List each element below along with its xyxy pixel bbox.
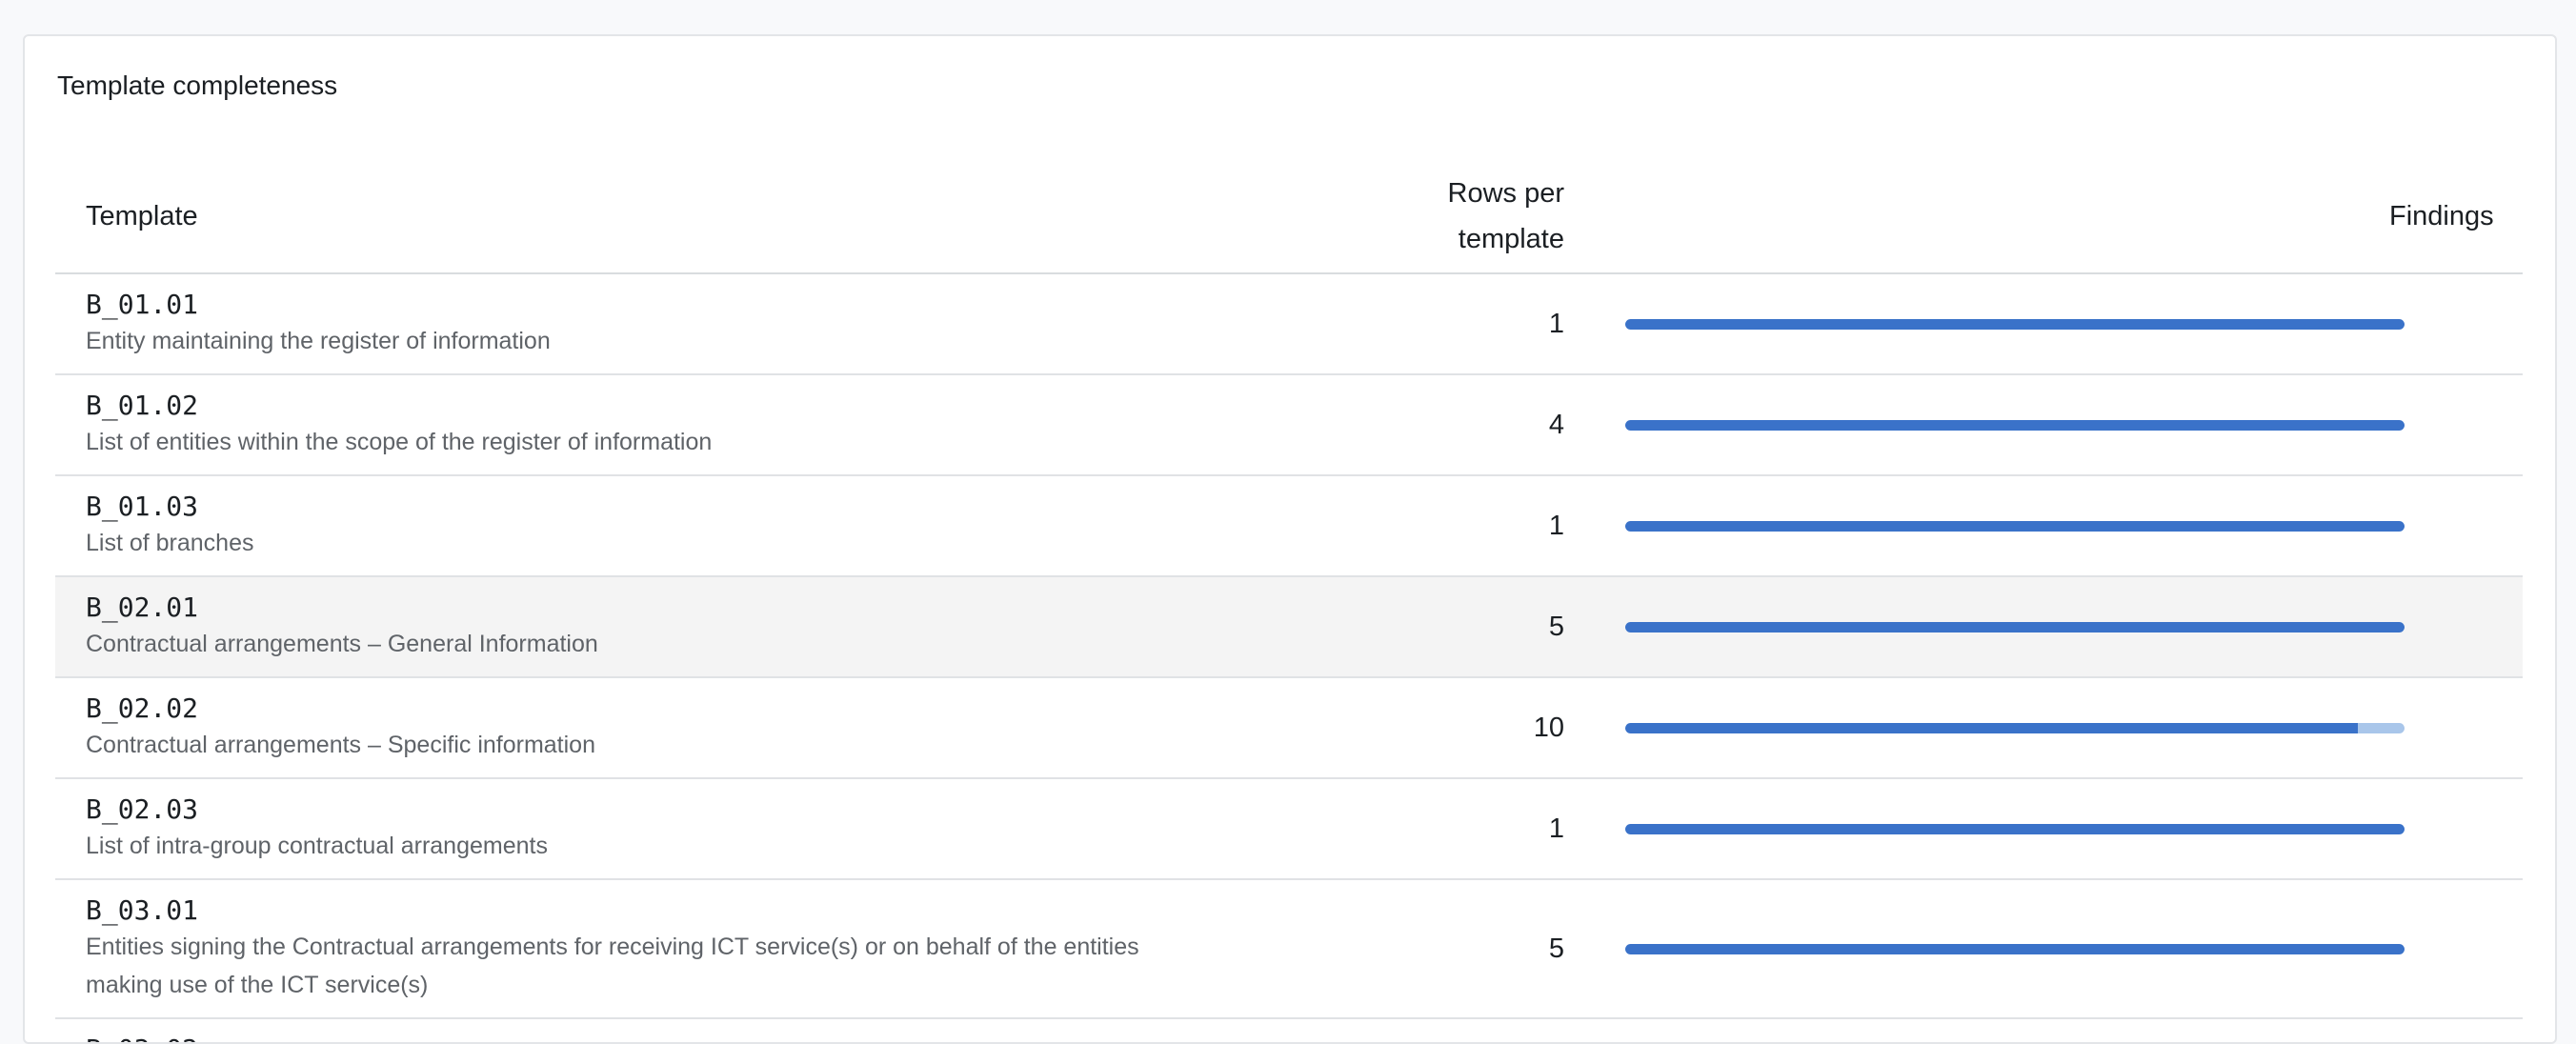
template-cell: B_02.02 Contractual arrangements – Specif… — [55, 677, 1237, 778]
rows-count: 1 — [1548, 813, 1564, 844]
table-row[interactable]: B_02.01 Contractual arrangements – Genera… — [55, 576, 2523, 677]
template-code: B_02.02 — [86, 693, 199, 724]
completeness-bar-fill — [1625, 318, 2405, 330]
completeness-bar-track — [1625, 722, 2405, 733]
template-code: B_03.01 — [86, 894, 199, 926]
rows-count: 1 — [1548, 308, 1564, 339]
completeness-cell — [1564, 475, 2405, 576]
completeness-bar-track — [1625, 823, 2405, 834]
template-cell: B_02.01 Contractual arrangements – Genera… — [55, 576, 1237, 677]
template-code: B_03.02 — [86, 1033, 1237, 1042]
template-cell: B_03.01 Entities signing the Contractual … — [55, 879, 1237, 1018]
completeness-bar-track — [1625, 318, 2405, 330]
column-header-template[interactable]: Template — [55, 160, 1237, 274]
table-header-row: Template Rows per template Findings — [55, 160, 2523, 274]
findings-cell — [2389, 1018, 2523, 1042]
rows-header-line2: template — [1458, 224, 1564, 254]
completeness-bar-fill — [1625, 823, 2405, 834]
rows-count: 1 — [1548, 510, 1564, 541]
findings-cell — [2389, 374, 2523, 475]
card-title: Template completeness — [57, 70, 338, 100]
completeness-bar-track — [1625, 419, 2405, 431]
completeness-bar-track — [1625, 520, 2405, 532]
rows-count: 5 — [1548, 933, 1564, 964]
completeness-bar-fill — [1625, 722, 2358, 733]
template-description: Contractual arrangements – General Infor… — [86, 631, 598, 657]
column-header-rows-per-template[interactable]: Rows per template — [1237, 160, 1565, 274]
template-description: Entities signing the Contractual arrange… — [86, 934, 1139, 998]
completeness-bar-fill — [1625, 943, 2405, 954]
completeness-cell — [1564, 677, 2405, 778]
table-row[interactable]: B_01.03 List of branches 1 — [55, 475, 2523, 576]
template-description: List of entities within the scope of the… — [86, 429, 713, 455]
completeness-cell — [1564, 374, 2405, 475]
table-row[interactable]: B_02.02 Contractual arrangements – Specif… — [55, 677, 2523, 778]
template-code: B_01.03 — [86, 491, 199, 522]
findings-cell — [2389, 879, 2523, 1018]
findings-cell — [2389, 677, 2523, 778]
template-description: Contractual arrangements – Specific info… — [86, 732, 595, 758]
rows-header-line1: Rows per — [1447, 178, 1565, 209]
rows-count: 10 — [1533, 712, 1564, 743]
completeness-cell — [1564, 778, 2405, 879]
completeness-bar-fill — [1625, 419, 2405, 431]
completeness-cell — [1564, 1018, 2389, 1042]
column-header-findings[interactable]: Findings — [2389, 160, 2523, 274]
table-row[interactable]: B_01.01 Entity maintaining the register o… — [55, 273, 2523, 374]
template-cell: B_01.03 List of branches — [55, 475, 1237, 576]
template-code: B_01.01 — [86, 289, 199, 320]
template-description: List of branches — [86, 530, 254, 556]
template-cell: B_01.02 List of entities within the scope… — [55, 374, 1237, 475]
template-code: B_02.01 — [86, 592, 199, 623]
template-cell: B_03.02 — [55, 1018, 1237, 1042]
rows-count: 5 — [1548, 611, 1564, 642]
rows-count — [1237, 1018, 1564, 1042]
template-cell: B_02.03 List of intra-group contractual a… — [55, 778, 1237, 879]
completeness-bar-fill — [1625, 621, 2405, 632]
completeness-cell — [1564, 576, 2405, 677]
findings-cell — [2389, 778, 2523, 879]
template-description: List of intra-group contractual arrangem… — [86, 833, 548, 859]
findings-cell — [2389, 273, 2523, 374]
completeness-bar-fill — [1625, 520, 2405, 532]
completeness-bar-track — [1625, 621, 2405, 632]
template-completeness-card: Template completeness Template Rows per … — [23, 34, 2557, 1044]
column-header-completeness — [1564, 160, 2389, 274]
template-description: Entity maintaining the register of infor… — [86, 328, 551, 354]
template-code: B_01.02 — [86, 390, 199, 421]
completeness-cell — [1564, 879, 2405, 1018]
table-row[interactable]: B_03.01 Entities signing the Contractual … — [55, 879, 2523, 1018]
table-row[interactable]: B_01.02 List of entities within the scope… — [55, 374, 2523, 475]
completeness-bar-track — [1625, 943, 2405, 954]
table-row[interactable]: B_02.03 List of intra-group contractual a… — [55, 778, 2523, 879]
table-row[interactable]: B_03.02 — [55, 1018, 2523, 1042]
completeness-table: Template Rows per template Findings B_01… — [55, 160, 2523, 1042]
template-code: B_02.03 — [86, 793, 199, 825]
completeness-cell — [1564, 273, 2405, 374]
rows-count: 4 — [1548, 409, 1564, 440]
findings-cell — [2389, 475, 2523, 576]
findings-cell — [2389, 576, 2523, 677]
template-cell: B_01.01 Entity maintaining the register o… — [55, 273, 1237, 374]
